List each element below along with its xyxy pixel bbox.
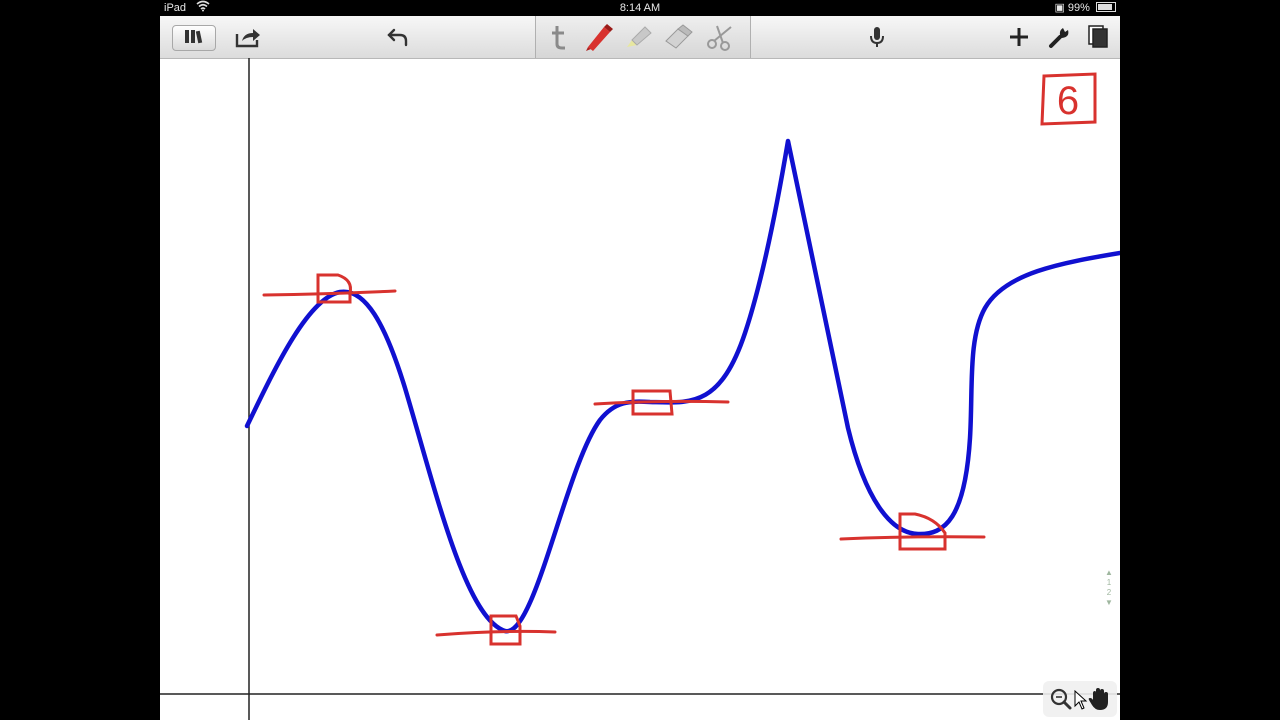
eraser-button[interactable] [662,22,694,52]
highlighter-icon [623,23,653,51]
note-canvas[interactable]: 6 [160,58,1120,720]
zoom-button[interactable] [1049,687,1073,711]
battery-icon [1096,2,1116,12]
pages-icon [1087,24,1111,50]
add-page-button[interactable] [1003,22,1035,52]
ipad-screen: iPad 8:14 AM ▣ 99% 6 ▲ 1 2 ▼ [160,0,1120,720]
page-indicator-2: 2 [1106,588,1112,597]
library-icon [183,28,205,49]
page-number-mark-text: 6 [1057,79,1079,123]
blue-curve [244,138,1120,634]
library-button[interactable] [172,25,216,51]
text-tool-button[interactable] [542,22,574,52]
page-indicator-1: 1 [1106,578,1112,587]
status-clock: 8:14 AM [619,2,661,14]
settings-button[interactable] [1044,22,1076,52]
eraser-icon [663,24,693,50]
undo-icon [386,26,410,48]
scissors-button[interactable] [704,22,736,52]
pages-button[interactable] [1083,22,1115,52]
drawing-svg: 6 [160,58,1120,720]
wrench-icon [1048,25,1072,49]
scissors-icon [705,23,735,51]
pen-icon [582,22,614,52]
pan-button[interactable] [1087,687,1111,711]
highlighter-button[interactable] [622,22,654,52]
page-down-icon[interactable]: ▼ [1102,598,1116,608]
pen-tool-button[interactable] [582,22,614,52]
battery-percent: 99% [1067,2,1090,14]
share-icon [234,26,262,48]
page-up-icon[interactable]: ▲ [1102,568,1116,578]
zoom-icon [1049,688,1073,715]
microphone-icon [868,25,886,49]
hand-icon [1087,688,1111,715]
microphone-button[interactable] [861,22,893,52]
drawing-tools [535,16,751,58]
mouse-cursor-icon [1074,690,1088,710]
page-indicator[interactable]: ▲ 1 2 ▼ [1102,568,1116,632]
plus-icon [1008,26,1030,48]
undo-button[interactable] [382,22,414,52]
text-tool-icon [546,23,570,51]
share-button[interactable] [232,22,264,52]
tangent-annotations [262,72,1097,646]
status-right: ▣ 99% [1054,0,1116,16]
status-bar: iPad 8:14 AM ▣ 99% [160,0,1120,16]
toolbar [160,16,1120,59]
tangent-mark-min-1 [435,614,557,646]
orientation-lock-icon: ▣ [1054,2,1065,14]
